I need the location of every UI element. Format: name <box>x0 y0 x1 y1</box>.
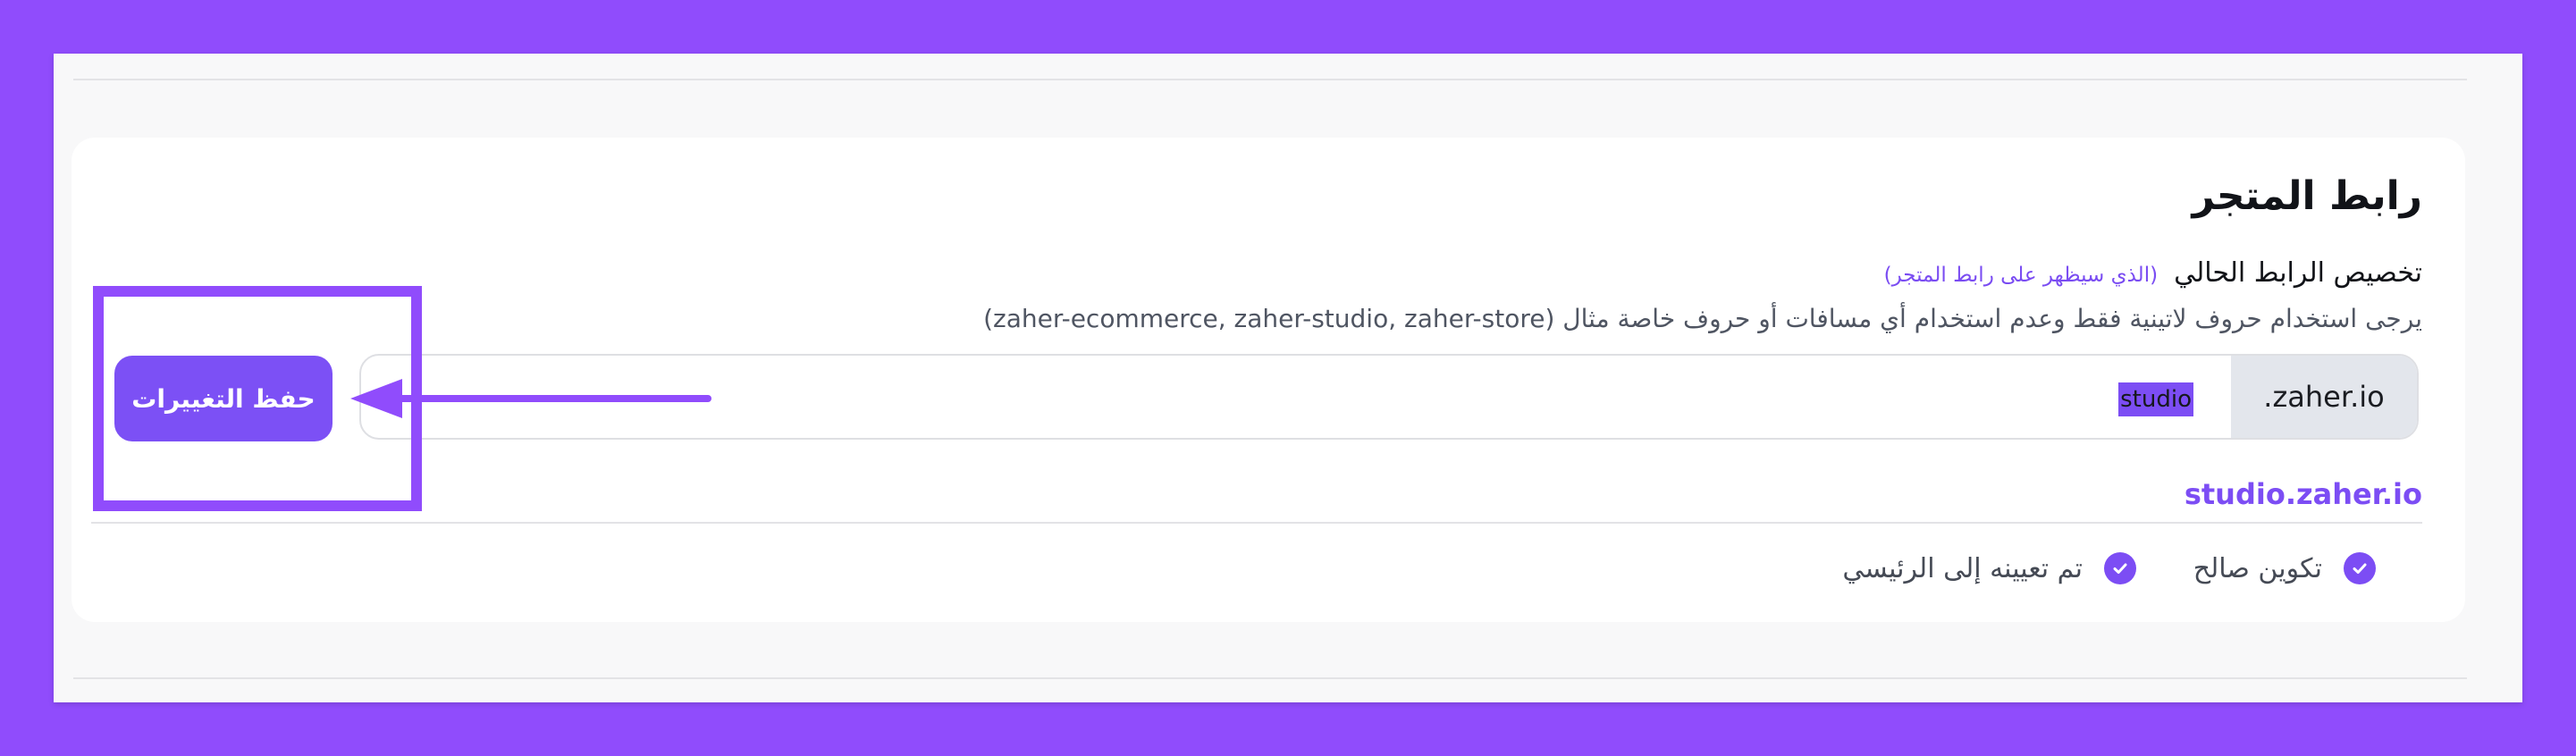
store-link-card: رابط المتجر تخصيص الرابط الحالي (الذي سيظ… <box>72 138 2465 622</box>
settings-panel: رابط المتجر تخصيص الرابط الحالي (الذي سيظ… <box>54 54 2522 702</box>
bottom-divider <box>73 677 2467 679</box>
status-label: تكوين صالح <box>2193 552 2322 584</box>
subdomain-value[interactable]: studio <box>2118 382 2193 416</box>
card-divider <box>91 522 2422 524</box>
check-circle-icon <box>2104 552 2136 584</box>
status-assigned-primary: تم تعيينه إلى الرئيسي <box>1842 547 2136 590</box>
top-divider <box>73 79 2467 80</box>
store-link[interactable]: studio.zaher.io <box>2185 477 2422 511</box>
customize-note: (الذي سيظهر على رابط المتجر) <box>1883 264 2159 287</box>
help-text: يرجى استخدام حروف لاتينية فقط وعدم استخد… <box>983 304 2422 333</box>
status-valid-config: تكوين صالح <box>2193 547 2376 590</box>
check-circle-icon <box>2344 552 2376 584</box>
status-label: تم تعيينه إلى الرئيسي <box>1842 552 2083 584</box>
domain-suffix: .zaher.io <box>2231 356 2417 438</box>
customize-label-row: تخصيص الرابط الحالي (الذي سيظهر على رابط … <box>1884 257 2422 289</box>
annotation-arrow <box>350 379 711 418</box>
section-title: رابط المتجر <box>2192 173 2422 219</box>
customize-label: تخصيص الرابط الحالي <box>2174 257 2422 289</box>
